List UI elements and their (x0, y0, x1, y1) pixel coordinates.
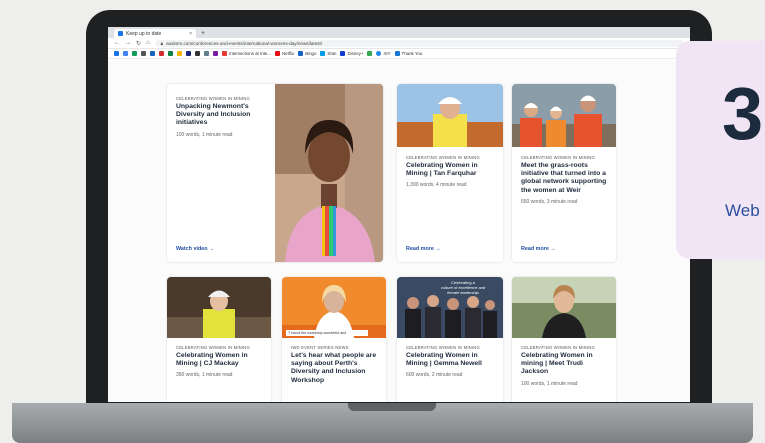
back-icon[interactable]: ← (114, 40, 120, 46)
article-card[interactable]: Celebrating a culture of excellence and … (397, 277, 503, 402)
card-body: CELEBRATING WOMEN IN MINING Celebrating … (521, 345, 609, 387)
card-meta: 650 words, 3 minute read (521, 198, 578, 205)
card-body: CELEBRATING WOMEN IN MINING Celebrating … (406, 345, 496, 378)
bingo-icon (298, 51, 304, 56)
watch-video-link[interactable]: Watch video → (176, 246, 214, 252)
page-content: CELEBRATING WOMEN IN MINING Unpacking Ne… (108, 60, 690, 402)
laptop-screen: Keep up to date × + ← → ↻ ⌂ 🔒︎ ausimm.com… (108, 27, 690, 402)
bookmark-icon[interactable] (168, 51, 173, 56)
url-text: ausimm.com/conferences-and-events/intern… (166, 40, 323, 46)
article-photo (282, 277, 386, 338)
favicon-icon (118, 31, 123, 36)
card-meta: 100 words, 1 minute read (521, 380, 578, 387)
image-caption: "I found the workshop wonderful and (286, 330, 368, 336)
card-body: CELEBRATING WOMEN IN MINING Meet the gra… (521, 155, 609, 205)
bookmark-icon (222, 51, 227, 56)
card-category: IWD EVENT SERIES NEWS (291, 345, 349, 350)
lock-icon: 🔒︎ (160, 40, 164, 46)
card-body: CELEBRATING WOMEN IN MINING Unpacking Ne… (176, 96, 272, 138)
bookmark-icon[interactable] (141, 51, 146, 56)
bookmark-icon[interactable] (132, 51, 137, 56)
bookmark-icon[interactable] (114, 51, 119, 56)
bookmarks-bar: Intersections at Inte... Netflix Bingo S… (108, 49, 690, 59)
card-category: CELEBRATING WOMEN IN MINING (176, 345, 250, 350)
bookmark-icon[interactable] (195, 51, 200, 56)
card-title: Let's hear what people are saying about … (291, 352, 377, 384)
laptop-notch (348, 403, 436, 411)
bookmark-intersections[interactable]: Intersections at Inte... (222, 51, 271, 56)
featured-article-card[interactable]: CELEBRATING WOMEN IN MINING Unpacking Ne… (167, 84, 383, 262)
article-card[interactable]: CELEBRATING WOMEN IN MINING Celebrating … (397, 84, 503, 262)
bookmark-icon[interactable] (159, 51, 164, 56)
card-meta: 100 words, 1 minute read (176, 131, 233, 138)
card-title: Celebrating Women in Mining | Tan Farquh… (406, 162, 478, 178)
card-title: Celebrating Women in Mining | CJ Mackay (176, 352, 248, 368)
home-icon[interactable]: ⌂ (146, 40, 150, 46)
image-overlay-text: Celebrating a culture of excellence and … (440, 280, 486, 295)
card-category: CELEBRATING WOMEN IN MINING (521, 155, 595, 160)
card-meta: 1,390 words, 4 minute read (406, 182, 467, 189)
card-meta: 600 words, 2 minute read (406, 372, 463, 379)
article-card[interactable]: CELEBRATING WOMEN IN MINING Meet the gra… (512, 84, 616, 262)
bookmark-icon[interactable] (150, 51, 155, 56)
bookmark-icon[interactable] (177, 51, 182, 56)
article-photo (512, 84, 616, 147)
bookmark-bingo[interactable]: Bingo (298, 51, 316, 56)
bookmark-thank-you[interactable]: Thank You (394, 51, 422, 56)
close-tab-icon[interactable]: × (189, 31, 192, 37)
cloud-icon (376, 51, 382, 56)
step-label: Web (725, 201, 760, 220)
bookmark-icon[interactable] (186, 51, 191, 56)
bookmark-icon (394, 51, 400, 56)
reload-icon[interactable]: ↻ (136, 40, 141, 47)
url-field[interactable]: 🔒︎ ausimm.com/conferences-and-events/inte… (154, 39, 684, 47)
bookmark-netflix[interactable]: Netflix (274, 51, 294, 56)
read-more-link[interactable]: Read more → (406, 246, 441, 252)
article-photo (167, 277, 271, 338)
tab-bar: Keep up to date × + (108, 27, 690, 38)
article-card[interactable]: CELEBRATING WOMEN IN MINING Celebrating … (167, 277, 271, 402)
card-meta: 350 words, 1 minute read (176, 372, 233, 379)
stan-icon (320, 51, 326, 56)
read-more-link[interactable]: Read more → (521, 246, 556, 252)
address-bar: ← → ↻ ⌂ 🔒︎ ausimm.com/conferences-and-eve… (108, 38, 690, 49)
card-title: Celebrating Women in Mining | Gemma Newe… (406, 352, 482, 368)
step-badge: 3 Web (676, 41, 765, 259)
tab-title: Keep up to date (126, 30, 162, 37)
bookmark-icon (367, 51, 373, 56)
step-number: 3 (722, 72, 764, 155)
bookmark-stan[interactable]: Stan (320, 51, 336, 56)
card-body: CELEBRATING WOMEN IN MINING Celebrating … (176, 345, 264, 378)
article-photo (512, 277, 616, 338)
card-body: IWD EVENT SERIES NEWS Let's hear what pe… (291, 345, 379, 385)
card-title: Meet the grass-roots initiative that tur… (521, 162, 607, 194)
forward-icon[interactable]: → (125, 40, 131, 46)
netflix-icon (274, 51, 280, 56)
card-title: Celebrating Women in mining | Meet Trudi… (521, 352, 593, 376)
bookmark-icon[interactable] (123, 51, 128, 56)
bookmark-disney[interactable]: Disney+ (340, 51, 363, 56)
bookmark-isy[interactable]: ISY (376, 51, 391, 56)
new-tab-button[interactable]: + (201, 29, 205, 38)
card-title: Unpacking Newmont's Diversity and Inclus… (176, 103, 251, 127)
bookmark-green[interactable] (367, 51, 373, 56)
card-category: CELEBRATING WOMEN IN MINING (406, 345, 480, 350)
laptop-base (12, 403, 753, 443)
card-category: CELEBRATING WOMEN IN MINING (521, 345, 595, 350)
featured-photo (275, 84, 383, 262)
disney-icon (340, 51, 346, 56)
bookmark-icon[interactable] (204, 51, 209, 56)
browser-tab[interactable]: Keep up to date × (114, 29, 196, 38)
card-category: CELEBRATING WOMEN IN MINING (406, 155, 480, 160)
article-card[interactable]: CELEBRATING WOMEN IN MINING Celebrating … (512, 277, 616, 402)
bookmark-icon[interactable] (213, 51, 218, 56)
article-card[interactable]: "I found the workshop wonderful and IWD … (282, 277, 386, 402)
article-photo (397, 84, 503, 147)
card-body: CELEBRATING WOMEN IN MINING Celebrating … (406, 155, 496, 188)
card-category: CELEBRATING WOMEN IN MINING (176, 96, 250, 101)
